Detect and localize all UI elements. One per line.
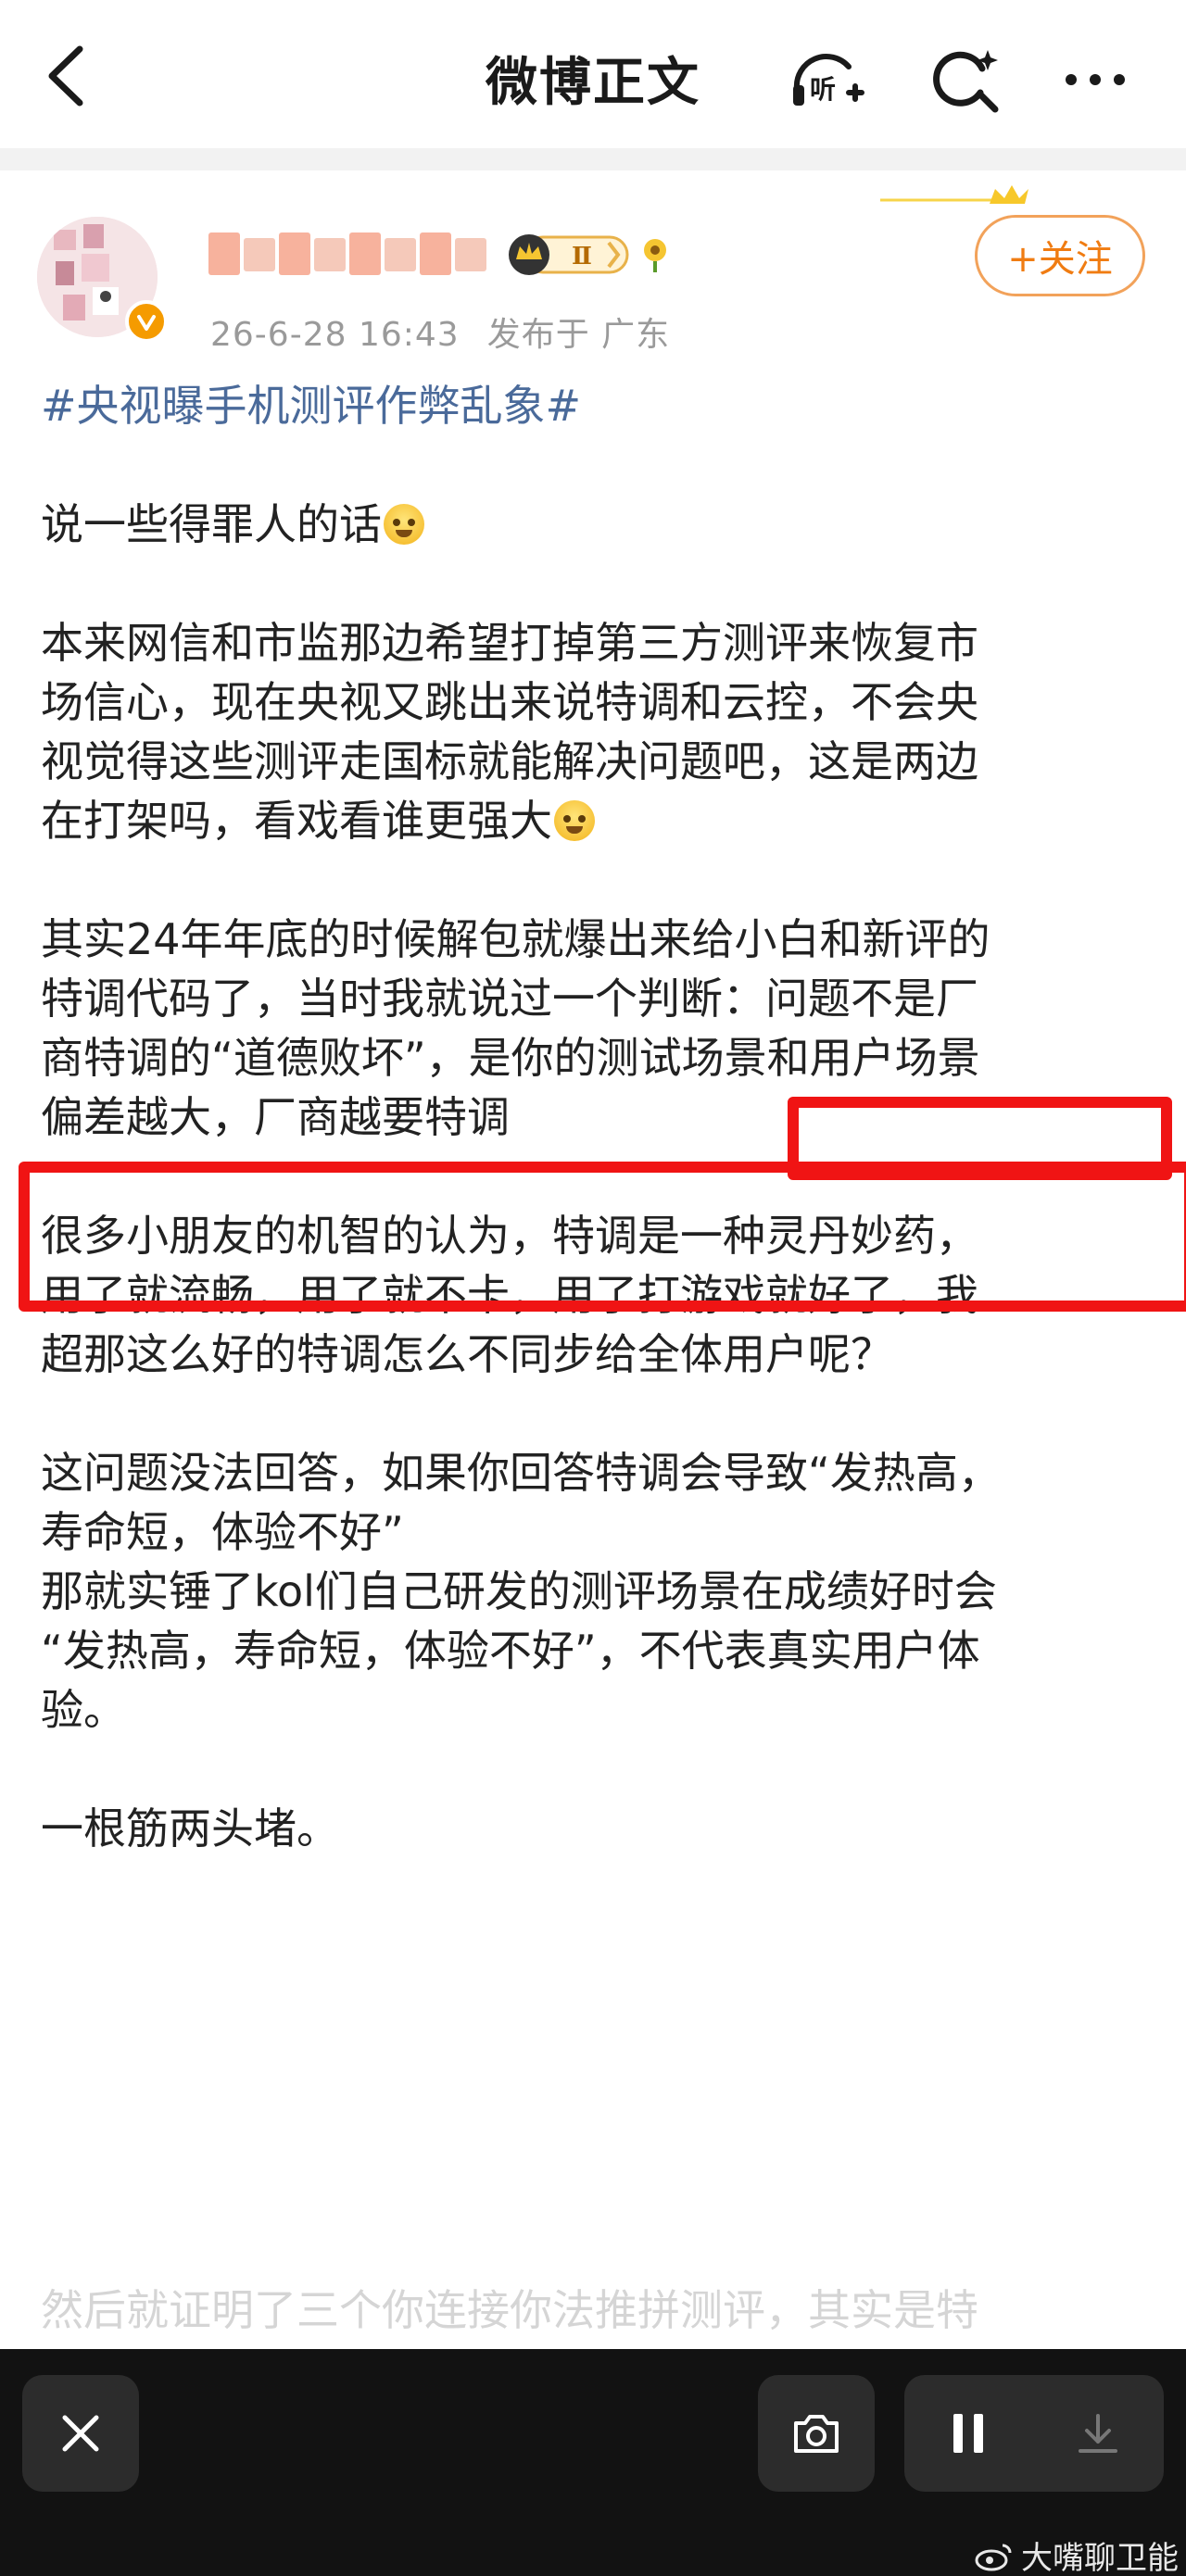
highlight-box-2	[19, 1162, 1186, 1312]
verified-icon	[137, 315, 156, 331]
search-button[interactable]	[927, 41, 1004, 119]
crown-level-icon: Ⅱ	[509, 234, 629, 275]
screenshot-button[interactable]	[758, 2375, 875, 2492]
text-line: 那就实锤了kol们自己研发的测评场景在成绩好时会	[41, 1566, 997, 1616]
paragraph-1: 说一些得罪人的话	[41, 495, 1153, 554]
text-line: “发热高，寿命短，体验不好”，不代表真实用户体	[41, 1626, 980, 1676]
close-icon	[62, 2415, 99, 2452]
text-line: 一根筋两头堵。	[41, 1803, 339, 1853]
download-icon[interactable]	[1075, 2410, 1121, 2457]
watermark-text: 大嘴聊卫能	[1021, 2540, 1179, 2576]
blurred-nickname	[208, 232, 486, 275]
text-line: 寿命短，体验不好”	[41, 1507, 404, 1557]
paragraph-6: 一根筋两头堵。	[41, 1799, 1153, 1858]
text-line: 视觉得这些测评走国标就能解决问题吧，这是两边	[41, 736, 978, 786]
watermark: 大嘴聊卫能	[975, 2532, 1179, 2576]
weibo-logo-icon	[975, 2544, 1012, 2570]
paragraph-2: 本来网信和市监那边希望打掉第三方测评来恢复市 场信心，现在央视又跳出来说特调和云…	[41, 613, 1153, 850]
post-meta: 26-6-28 16:43 发布于 广东	[210, 308, 670, 356]
header-divider	[0, 148, 1186, 170]
crying-emoji-icon	[554, 800, 595, 841]
post-location: 发布于 广东	[486, 316, 671, 354]
text-line: 在打架吗，看戏看谁更强大	[41, 796, 552, 846]
crown-decoration-icon	[880, 185, 1028, 204]
text-line: 其实24年年底的时候解包就爆出来给小白和新评的	[41, 914, 990, 964]
crying-emoji-icon	[384, 504, 424, 545]
top-nav-bar: 微博正文 听	[0, 0, 1186, 148]
vip-level-badge[interactable]: Ⅱ	[505, 230, 631, 278]
text-line: 商特调的“道德败坏”，是你的测试场景和用户场景	[41, 1033, 980, 1083]
sunflower-icon	[644, 239, 666, 272]
media-controls	[904, 2375, 1164, 2492]
svg-text:Ⅱ: Ⅱ	[572, 243, 592, 270]
search-icon	[933, 50, 999, 113]
author-nickname-blurred[interactable]: Ⅱ	[208, 226, 674, 282]
listen-icon: 听	[793, 54, 864, 106]
more-icon	[1066, 74, 1125, 85]
hashtag-link[interactable]: #央视曝手机测评作弊乱象#	[41, 376, 581, 435]
author-row: Ⅱ 26-6-28 16:43 发布于 广东 +关注	[0, 170, 1186, 356]
text-line: 超那这么好的特调怎么不同步给全体用户呢？	[41, 1329, 893, 1379]
text-line: 本来网信和市监那边希望打掉第三方测评来恢复市	[41, 618, 978, 668]
bottom-action-bar: 大嘴聊卫能	[0, 2349, 1186, 2576]
camera-icon	[794, 2415, 839, 2453]
follow-button[interactable]: +关注	[975, 215, 1145, 296]
text-line: 这问题没法回答，如果你回答特调会导致“发热高，	[41, 1448, 1001, 1498]
more-button[interactable]	[1056, 41, 1134, 119]
listen-button[interactable]: 听	[788, 41, 865, 119]
paragraph-text: 说一些得罪人的话	[41, 499, 382, 549]
page-title: 微博正文	[486, 53, 700, 113]
cut-off-text-line: 然后就证明了三个你连接你法推拼测评，其实是特	[41, 2285, 978, 2335]
text-line: 验。	[41, 1685, 126, 1735]
post-time: 26-6-28 16:43	[210, 316, 460, 354]
svg-text:听: 听	[810, 74, 836, 105]
close-button[interactable]	[22, 2375, 139, 2492]
paragraph-5: 这问题没法回答，如果你回答特调会导致“发热高， 寿命短，体验不好” 那就实锤了k…	[41, 1443, 1153, 1740]
text-line: 特调代码了，当时我就说过一个判断：问题不是厂	[41, 974, 978, 1024]
verified-badge	[125, 300, 168, 343]
text-line: 场信心，现在央视又跳出来说特调和云控，不会央	[41, 677, 978, 727]
pause-icon[interactable]	[948, 2410, 989, 2457]
